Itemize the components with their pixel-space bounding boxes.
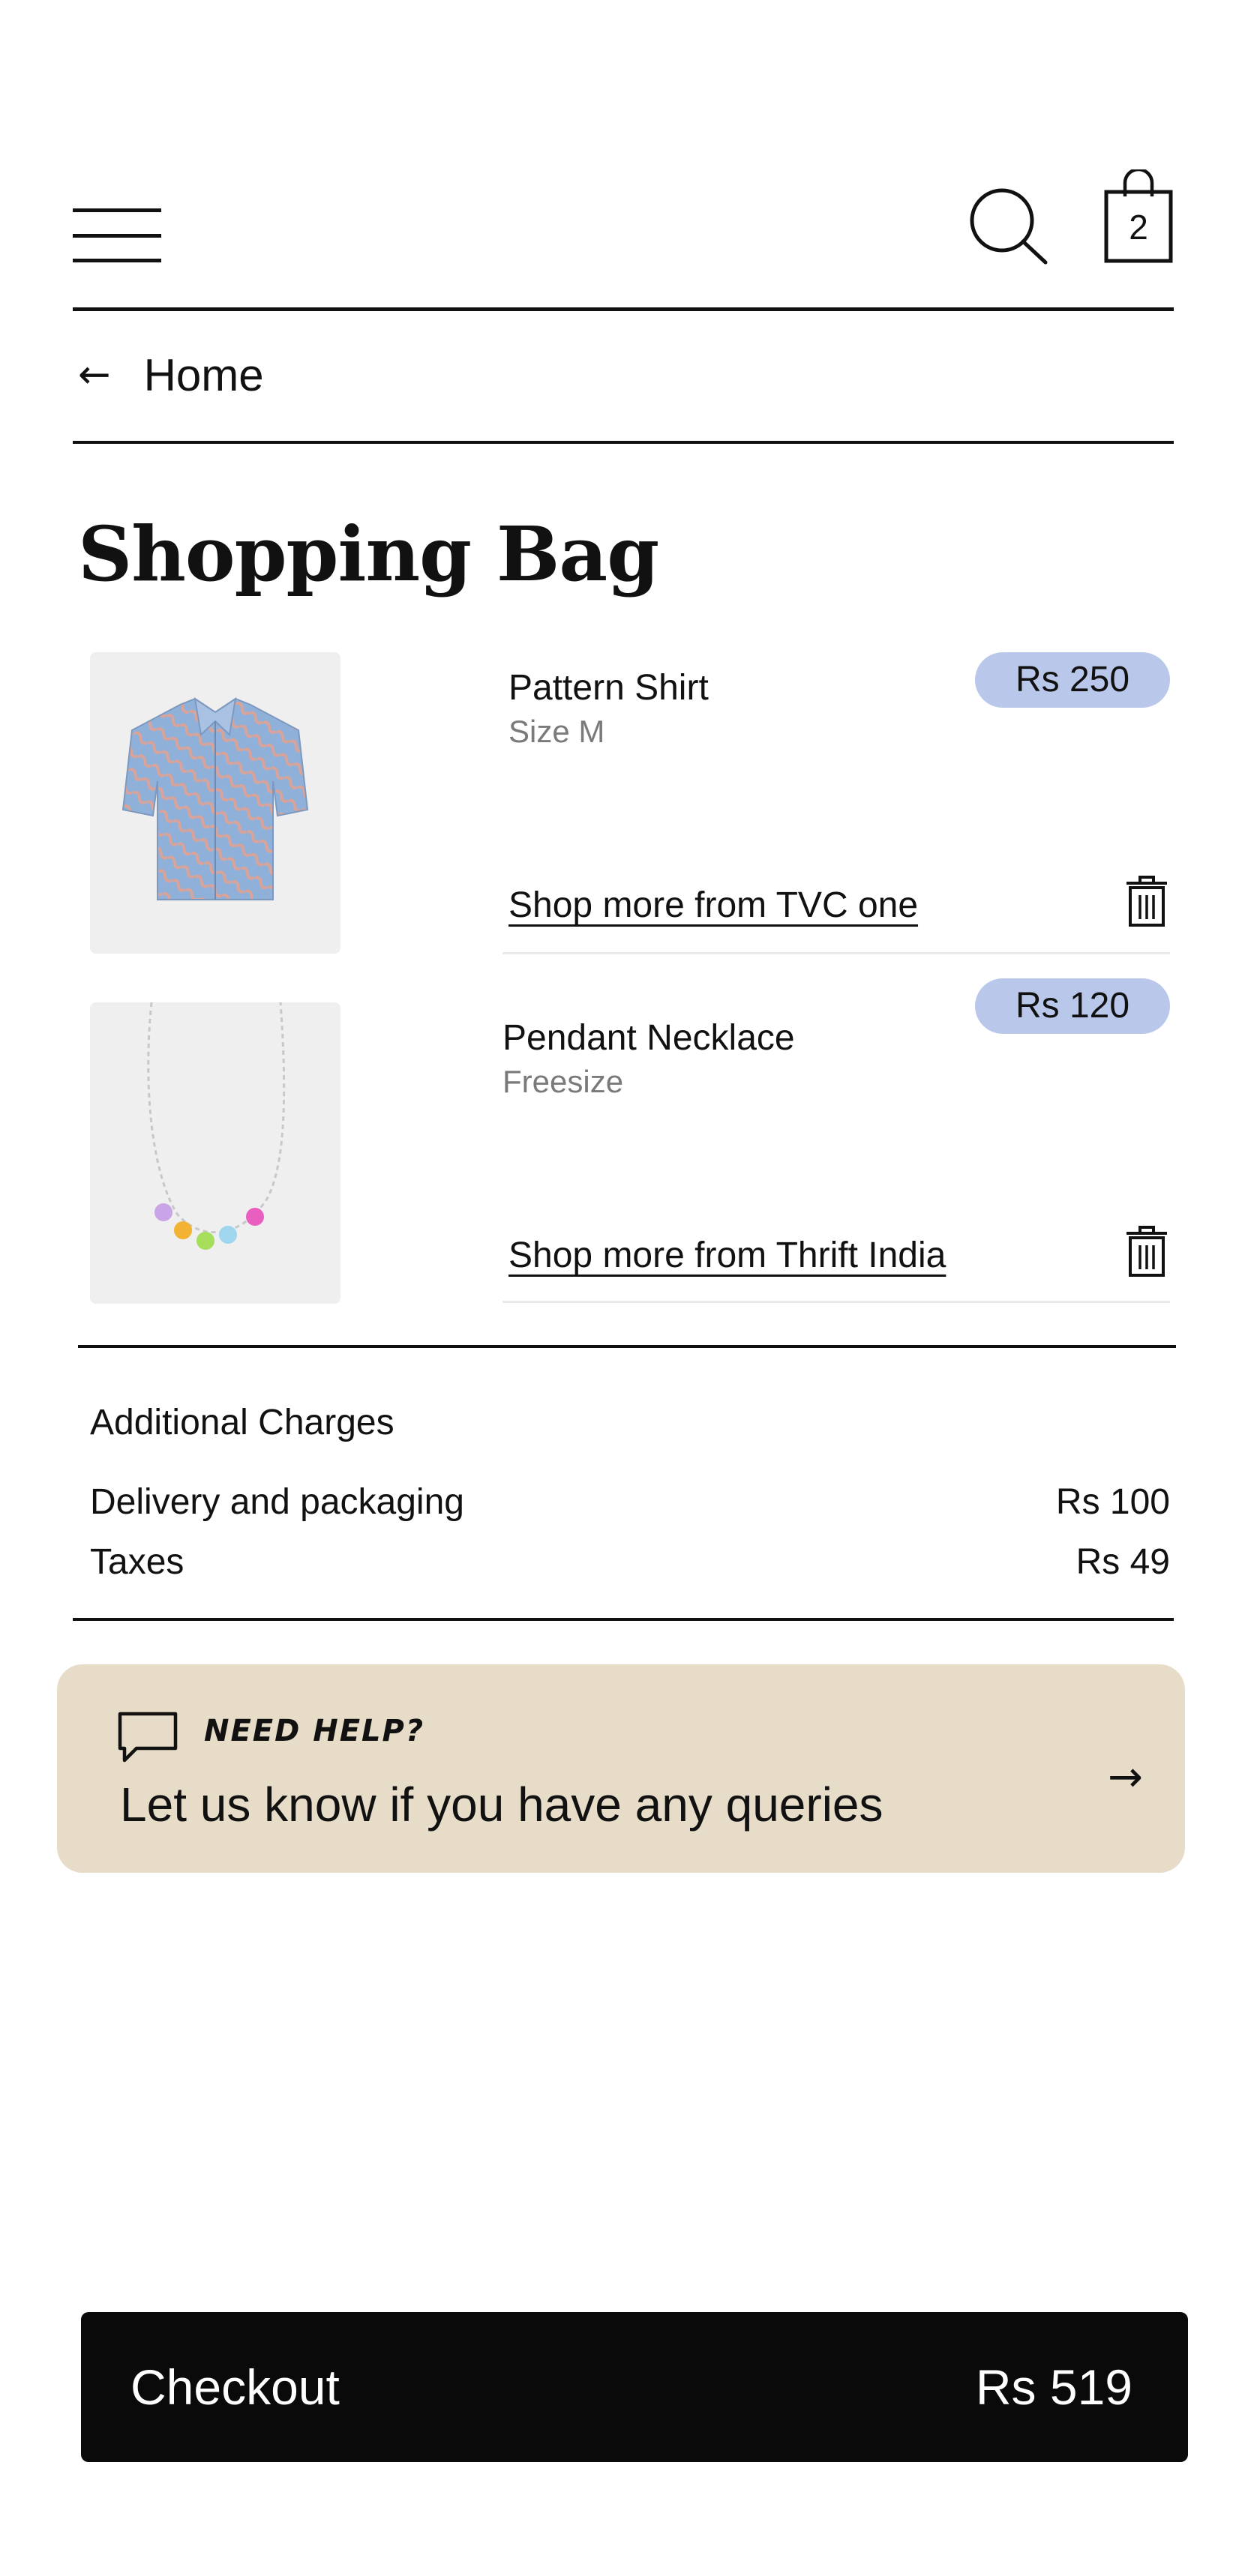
checkout-button[interactable]: Checkout Rs 519 [81,2312,1188,2462]
checkout-label: Checkout [130,2359,340,2415]
bag-count-badge: 2 [1129,208,1148,247]
shop-more-link[interactable]: Shop more from Thrift India [508,1235,946,1276]
price-badge: Rs 250 [975,652,1170,708]
breadcrumb-home-label: Home [143,349,264,400]
breadcrumb-divider [73,441,1174,444]
trash-icon[interactable] [1124,874,1170,928]
additional-charges-title: Additional Charges [90,1403,394,1442]
page-title: Shopping Bag [78,510,659,598]
back-to-home-link[interactable]: ← Home [78,345,264,405]
menu-line [73,259,161,262]
trash-icon[interactable] [1124,1224,1170,1278]
cart-item: Pattern Shirt Size M Rs 250 Shop more fr… [90,652,1170,954]
charge-value: Rs 49 [1076,1542,1170,1582]
chat-bubble-icon [118,1712,178,1763]
item-variant: Freesize [502,1064,624,1099]
back-arrow-icon: ← [78,352,111,397]
hamburger-menu-icon[interactable] [73,208,161,262]
checkout-total: Rs 519 [975,2359,1132,2415]
item-divider [502,952,1170,954]
menu-line [73,234,161,238]
items-divider [78,1345,1176,1348]
shop-more-link[interactable]: Shop more from TVC one [508,885,918,926]
item-name: Pattern Shirt [508,668,709,708]
patterned-shirt-thumbnail[interactable] [90,652,340,954]
item-divider [502,1301,1170,1303]
need-help-card[interactable]: NEED HELP? Let us know if you have any q… [57,1664,1185,1873]
shirt-image [90,652,340,954]
charge-label: Delivery and packaging [90,1482,464,1522]
need-help-label: NEED HELP? [204,1714,425,1748]
charge-value: Rs 100 [1055,1482,1170,1522]
header-divider [73,307,1174,311]
trash-icon-graphic [1126,876,1167,927]
shopping-bag-button[interactable]: 2 [1104,167,1173,264]
search-icon-graphic [970,188,1048,265]
pendant-necklace-thumbnail[interactable] [90,1002,340,1304]
charge-label: Taxes [90,1542,184,1582]
arrow-right-icon: → [1108,1753,1143,1802]
menu-line [73,208,161,212]
item-variant: Size M [508,714,605,749]
item-name: Pendant Necklace [502,1018,795,1058]
price-badge: Rs 120 [975,978,1170,1034]
charges-divider [73,1618,1174,1621]
cart-item: Pendant Necklace Freesize Rs 120 Shop mo… [90,978,1170,1304]
necklace-image [90,1002,340,1304]
trash-icon-graphic [1126,1226,1167,1277]
search-icon[interactable] [968,187,1052,266]
help-description: Let us know if you have any queries [120,1778,884,1832]
